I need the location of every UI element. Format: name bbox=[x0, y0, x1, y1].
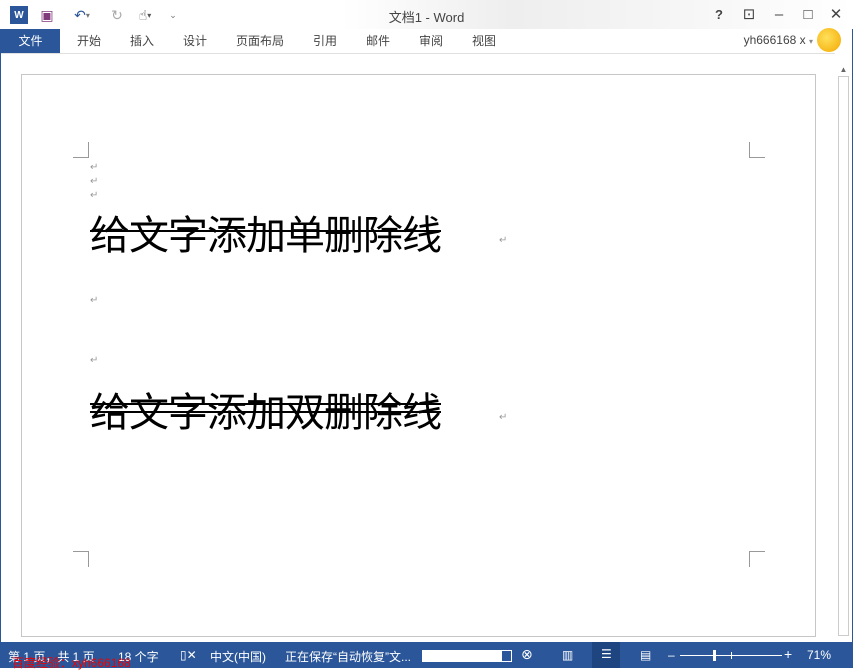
chevron-down-icon: ▾ bbox=[808, 37, 813, 46]
paragraph-mark: ↵ bbox=[90, 355, 99, 366]
tab-mailings[interactable]: 邮件 bbox=[366, 29, 390, 53]
user-account[interactable]: yh666168 x ▾ bbox=[744, 33, 813, 47]
save-progress-bar bbox=[422, 650, 512, 662]
scroll-thumb[interactable] bbox=[838, 76, 849, 636]
margin-corner-br bbox=[749, 551, 765, 567]
user-name: yh666168 x bbox=[743, 33, 806, 47]
zoom-slider[interactable] bbox=[680, 650, 782, 661]
paragraph-mark: ↵ bbox=[90, 162, 99, 173]
tab-file[interactable]: 文件 bbox=[1, 29, 60, 53]
tab-home[interactable]: 开始 bbox=[77, 29, 101, 53]
paragraph-mark: ↵ bbox=[90, 295, 99, 306]
tab-insert[interactable]: 插入 bbox=[130, 29, 154, 53]
print-layout-button[interactable]: ☰ bbox=[592, 642, 620, 668]
zoom-in-icon[interactable]: + bbox=[784, 646, 792, 662]
title-bar: W ▣ ↶ ▾ ↻ ☝ ▾ ⌄ 文档1 - Word ? ⊡ – □ ✕ bbox=[0, 0, 853, 29]
vertical-scrollbar[interactable]: ▲ bbox=[835, 53, 852, 641]
paragraph-mark: ↵ bbox=[90, 190, 99, 201]
double-strike-line-bottom bbox=[90, 411, 441, 413]
tab-view[interactable]: 视图 bbox=[472, 29, 496, 53]
cancel-save-icon[interactable]: ⊗ bbox=[521, 646, 533, 663]
document-page[interactable]: ↵ ↵ ↵ 给文字添加单删除线 ↵ ↵ ↵ 给文字添加双删除线 ↵ bbox=[21, 74, 816, 637]
watermark: 百度经验：xyh666168 bbox=[12, 656, 131, 670]
paragraph-mark: ↵ bbox=[499, 412, 508, 423]
web-layout-icon[interactable]: ▤ bbox=[640, 648, 651, 662]
margin-corner-tr bbox=[749, 142, 765, 158]
paragraph-mark: ↵ bbox=[499, 235, 508, 246]
ribbon-display-icon[interactable]: ⊡ bbox=[736, 4, 762, 26]
single-strikethrough-text[interactable]: 给文字添加单删除线 bbox=[90, 203, 442, 261]
avatar[interactable] bbox=[817, 28, 841, 52]
proofing-icon[interactable]: ▯✕ bbox=[180, 648, 197, 662]
status-bar: 第 1 页，共 1 页 18 个字 ▯✕ 中文(中国) 正在保存“自动恢复”文.… bbox=[0, 642, 853, 670]
minimize-icon[interactable]: – bbox=[766, 4, 792, 26]
double-strike-line-top bbox=[90, 403, 441, 405]
text-line-1: 给文字添加单删除线 bbox=[90, 213, 442, 259]
language[interactable]: 中文(中国) bbox=[210, 648, 266, 665]
save-progress-fill bbox=[423, 651, 503, 661]
help-icon[interactable]: ? bbox=[706, 4, 732, 26]
zoom-out-icon[interactable]: – bbox=[668, 648, 675, 662]
tab-references[interactable]: 引用 bbox=[313, 29, 337, 53]
maximize-icon[interactable]: □ bbox=[795, 4, 821, 26]
tab-review[interactable]: 审阅 bbox=[419, 29, 443, 53]
zoom-level[interactable]: 71% bbox=[807, 648, 831, 662]
zoom-slider-thumb[interactable] bbox=[713, 650, 716, 661]
paragraph-mark: ↵ bbox=[90, 176, 99, 187]
close-icon[interactable]: ✕ bbox=[823, 4, 849, 26]
document-area[interactable]: ↵ ↵ ↵ 给文字添加单删除线 ↵ ↵ ↵ 给文字添加双删除线 ↵ bbox=[1, 53, 852, 641]
autosave-status: 正在保存“自动恢复”文... bbox=[285, 650, 411, 664]
margin-corner-bl bbox=[73, 551, 89, 567]
read-mode-icon[interactable]: ▥ bbox=[562, 648, 573, 662]
text-line-2: 给文字添加双删除线 bbox=[90, 390, 442, 436]
scroll-up-icon[interactable]: ▲ bbox=[835, 65, 852, 74]
ribbon-tabs: 文件 开始 插入 设计 页面布局 引用 邮件 审阅 视图 yh666168 x … bbox=[0, 28, 853, 53]
margin-corner-tl bbox=[73, 142, 89, 158]
double-strikethrough-text[interactable]: 给文字添加双删除线 bbox=[90, 380, 442, 438]
tab-design[interactable]: 设计 bbox=[183, 29, 207, 53]
tab-layout[interactable]: 页面布局 bbox=[236, 29, 284, 53]
zoom-slider-center-tick bbox=[731, 652, 732, 659]
single-strike-line bbox=[90, 230, 441, 232]
print-layout-icon: ☰ bbox=[601, 647, 612, 661]
